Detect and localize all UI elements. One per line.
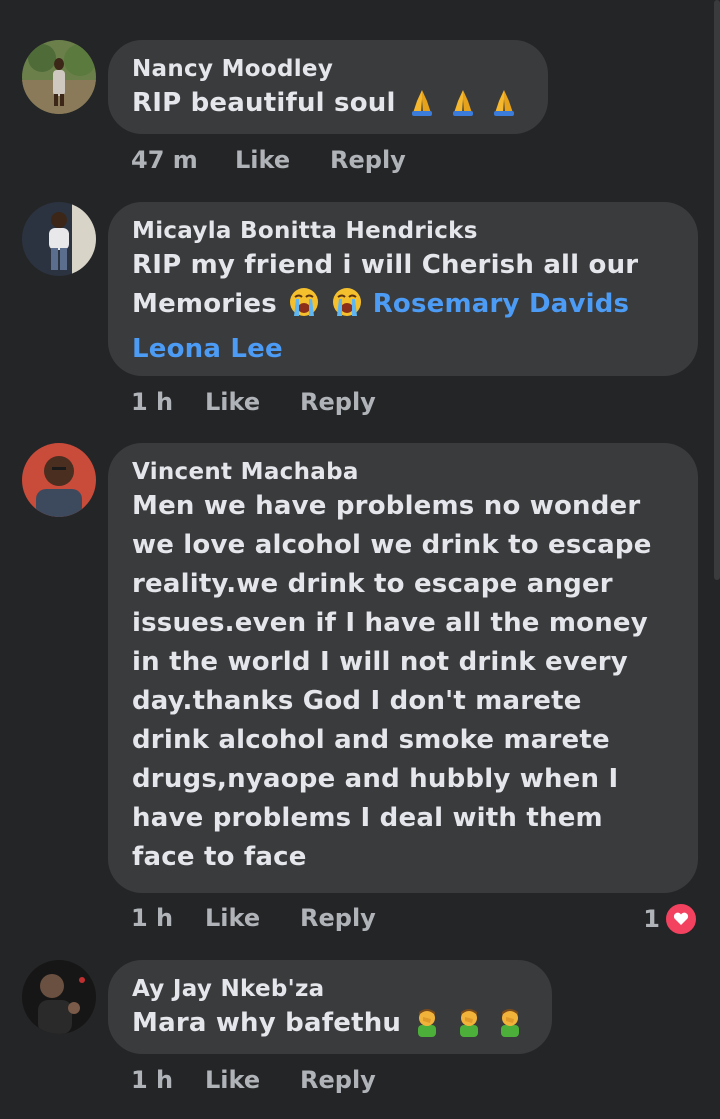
folded-hands-icon bbox=[489, 87, 519, 129]
like-button[interactable]: Like bbox=[205, 1066, 300, 1094]
reply-button[interactable]: Reply bbox=[300, 904, 376, 932]
facepalm-man-icon bbox=[495, 1007, 525, 1049]
comment-bubble: Nancy Moodley RIP beautiful soul bbox=[108, 40, 548, 134]
comment-text-body: Mara why bafethu bbox=[132, 1008, 402, 1038]
comment-text: Leona Lee bbox=[132, 330, 674, 369]
comment-text-body: Memories bbox=[132, 289, 277, 319]
mention-link[interactable]: Leona Lee bbox=[132, 334, 283, 364]
comment-text: RIP beautiful soul bbox=[132, 84, 524, 129]
mention-link[interactable]: Rosemary Davids bbox=[373, 289, 630, 319]
comment-text: Mara why bafethu bbox=[132, 1004, 528, 1049]
like-button[interactable]: Like bbox=[205, 904, 300, 932]
comment-time[interactable]: 1 h bbox=[131, 1066, 205, 1094]
comment-text-line: in the world I will not drink every bbox=[132, 647, 628, 677]
comment-time[interactable]: 1 h bbox=[131, 904, 205, 932]
comment-actions: 1 h Like Reply bbox=[131, 904, 376, 932]
avatar[interactable] bbox=[22, 443, 96, 517]
comment-text-line: day.thanks God I don't marete bbox=[132, 686, 582, 716]
comment-actions: 1 h Like Reply bbox=[131, 1066, 376, 1094]
comment-text-body: RIP beautiful soul bbox=[132, 88, 396, 118]
comment-text-line: drink alcohol and smoke marete bbox=[132, 725, 610, 755]
comment-text-line: issues.even if I have all the money bbox=[132, 608, 648, 638]
folded-hands-icon bbox=[407, 87, 437, 129]
reply-button[interactable]: Reply bbox=[330, 146, 406, 174]
comment-time[interactable]: 47 m bbox=[131, 146, 235, 174]
comment-text: Memories Rosemary Davids bbox=[132, 285, 674, 330]
comment-text-line: RIP my friend i will Cherish all our bbox=[132, 250, 639, 280]
like-button[interactable]: Like bbox=[235, 146, 330, 174]
comment-bubble: Ay Jay Nkeb'za Mara why bafethu bbox=[108, 960, 552, 1054]
facepalm-man-icon bbox=[454, 1007, 484, 1049]
reply-button[interactable]: Reply bbox=[300, 1066, 376, 1094]
heart-icon bbox=[664, 902, 698, 936]
comment-text-line: face to face bbox=[132, 842, 307, 872]
comment-text-line: have problems I deal with them bbox=[132, 803, 603, 833]
comment-author[interactable]: Micayla Bonitta Hendricks bbox=[132, 216, 674, 246]
reaction-count: 1 bbox=[643, 905, 660, 933]
loudly-crying-face-icon bbox=[331, 286, 363, 330]
folded-hands-icon bbox=[448, 87, 478, 129]
avatar[interactable] bbox=[22, 202, 96, 276]
like-button[interactable]: Like bbox=[205, 388, 300, 416]
reply-button[interactable]: Reply bbox=[300, 388, 376, 416]
comment-text-line: Men we have problems no wonder bbox=[132, 491, 641, 521]
comment-time[interactable]: 1 h bbox=[131, 388, 205, 416]
comment-text-line: we love alcohol we drink to escape bbox=[132, 530, 652, 560]
comment-bubble: Vincent Machaba Men we have problems no … bbox=[108, 443, 698, 893]
comment-text-line: drugs,nyaope and hubbly when I bbox=[132, 764, 619, 794]
comment-author[interactable]: Ay Jay Nkeb'za bbox=[132, 974, 528, 1004]
comment-text-line: reality.we drink to escape anger bbox=[132, 569, 613, 599]
comment-author[interactable]: Vincent Machaba bbox=[132, 457, 674, 487]
avatar[interactable] bbox=[22, 40, 96, 114]
comment-author[interactable]: Nancy Moodley bbox=[132, 54, 524, 84]
comment-actions: 1 h Like Reply bbox=[131, 388, 376, 416]
reaction-summary[interactable]: 1 bbox=[643, 902, 698, 936]
comment-actions: 47 m Like Reply bbox=[131, 146, 406, 174]
avatar[interactable] bbox=[22, 960, 96, 1034]
loudly-crying-face-icon bbox=[288, 286, 320, 330]
facepalm-man-icon bbox=[412, 1007, 442, 1049]
scrollbar[interactable] bbox=[714, 0, 720, 580]
comment-bubble: Micayla Bonitta Hendricks RIP my friend … bbox=[108, 202, 698, 376]
